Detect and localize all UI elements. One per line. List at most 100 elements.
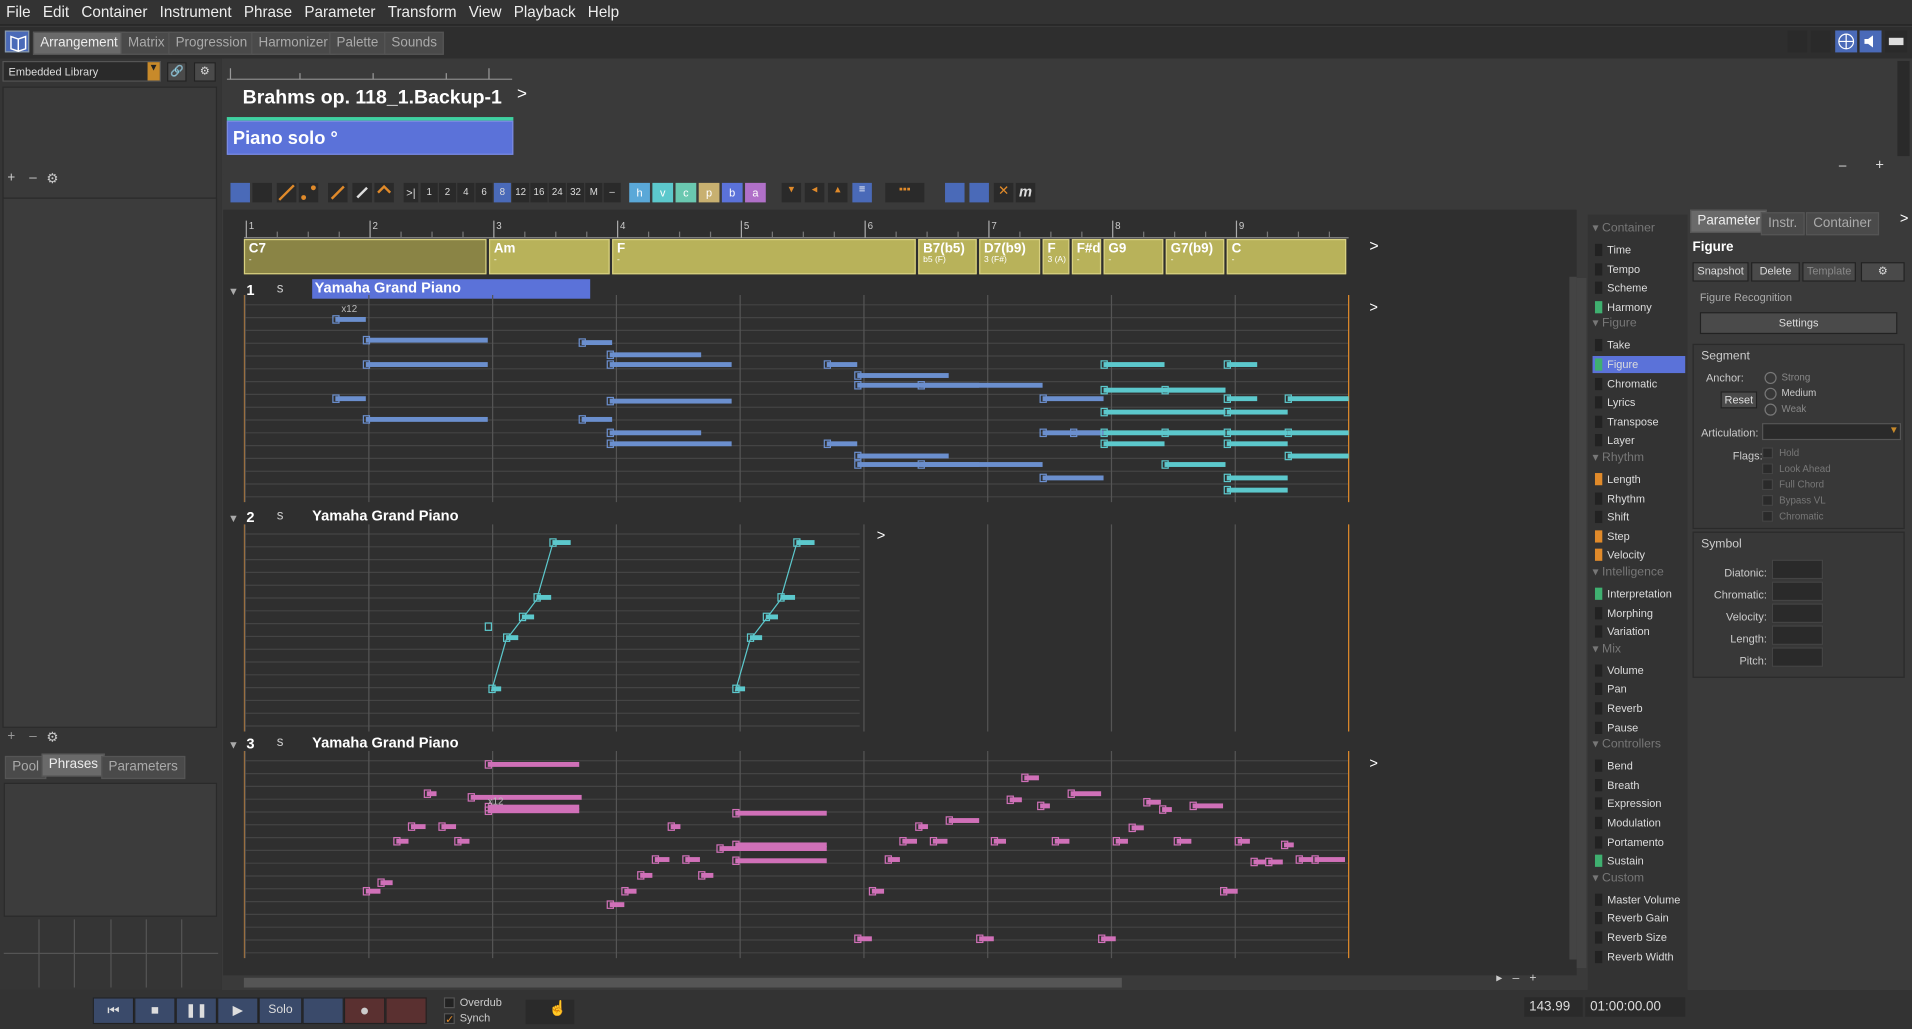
note[interactable] (857, 453, 949, 459)
chord-cell[interactable]: F3 (A) (1042, 238, 1070, 275)
param-item[interactable]: Take (1593, 337, 1686, 354)
note[interactable] (1009, 797, 1022, 803)
param-item[interactable]: Time (1593, 241, 1686, 258)
collapse-icon[interactable]: ▼ (228, 285, 239, 297)
note[interactable] (857, 936, 872, 942)
note[interactable] (719, 846, 827, 852)
symbol-field-input[interactable] (1771, 625, 1824, 645)
note[interactable] (887, 857, 900, 862)
param-item[interactable]: Figure (1592, 356, 1686, 374)
note[interactable] (918, 824, 928, 830)
note[interactable] (932, 838, 948, 844)
articulation-select[interactable]: ▼ (1762, 423, 1902, 441)
snap-button[interactable]: 8 (493, 182, 511, 203)
chord-cell[interactable]: B7(b5) b5 (F) (918, 238, 977, 275)
param-item[interactable]: Morphing (1593, 604, 1686, 621)
menu-view[interactable]: View (463, 0, 508, 21)
note[interactable] (1103, 441, 1165, 447)
param-item[interactable]: Shift (1593, 509, 1686, 526)
remove-icon[interactable]: – (29, 729, 36, 744)
note[interactable] (410, 824, 426, 830)
note[interactable] (993, 838, 1007, 844)
note[interactable] (1287, 453, 1349, 459)
track-3-notes[interactable]: x12 (243, 751, 1354, 959)
note[interactable] (1131, 825, 1144, 831)
settings-button[interactable]: Settings (1699, 312, 1898, 335)
list-icon[interactable]: ≡ (852, 182, 872, 203)
tab-parameters[interactable]: Parameters (101, 755, 186, 780)
note[interactable] (1226, 487, 1288, 493)
bar-ruler[interactable]: 1 2 3 4 5 6 7 8 9 (243, 215, 1354, 239)
param-item[interactable]: Reverb (1593, 700, 1686, 717)
param-section-header[interactable]: ▾ Custom (1593, 871, 1645, 884)
param-item[interactable]: Portamento (1593, 833, 1686, 850)
note[interactable] (1314, 857, 1345, 862)
header-scroll[interactable] (1897, 60, 1910, 157)
dotted-tool-icon[interactable]: ▪▪▪ (885, 182, 925, 203)
note[interactable] (1284, 842, 1294, 848)
param-section-header[interactable]: ▾ Container (1593, 222, 1655, 235)
note[interactable] (609, 902, 625, 908)
gear-icon[interactable]: ⚙ (46, 729, 58, 745)
tool-range-icon[interactable] (252, 182, 272, 203)
overdub-checkbox[interactable] (443, 997, 455, 1009)
note[interactable] (380, 880, 393, 886)
snap-button[interactable]: 12 (512, 182, 530, 203)
phrase-block[interactable]: Piano solo ° (226, 120, 514, 155)
chord-cell[interactable]: Am - (488, 238, 610, 275)
timeline-zoom[interactable]: ▸ – + (1496, 972, 1575, 987)
library-select[interactable]: Embedded Library ▼ (2, 60, 161, 82)
tab-matrix[interactable]: Matrix (120, 31, 172, 55)
note[interactable] (920, 462, 1043, 467)
param-item[interactable]: Step (1593, 528, 1686, 545)
param-item[interactable]: Reverb Gain (1593, 910, 1686, 927)
toolbar-icon-2[interactable] (1810, 30, 1831, 53)
note[interactable] (365, 362, 488, 367)
note[interactable] (780, 594, 796, 600)
param-item[interactable]: Length (1593, 471, 1686, 488)
param-item[interactable]: Volume (1593, 662, 1686, 679)
arrow-up-icon[interactable]: ▴ (827, 182, 848, 203)
transport-blank-button[interactable] (302, 997, 344, 1025)
note[interactable] (1226, 430, 1288, 436)
note[interactable] (670, 824, 681, 830)
note[interactable] (609, 398, 732, 404)
param-item[interactable]: Pan (1593, 681, 1686, 698)
note[interactable] (796, 540, 815, 545)
arrow-left-icon[interactable]: ◂ (804, 182, 825, 203)
tab-harmonizer[interactable]: Harmonizer (251, 31, 336, 55)
mode-button[interactable]: b (721, 182, 743, 203)
note[interactable] (979, 936, 994, 942)
add-icon[interactable]: + (7, 729, 15, 744)
param-item[interactable]: Pause (1593, 719, 1686, 736)
note[interactable] (441, 824, 457, 830)
note[interactable] (654, 857, 670, 862)
note[interactable] (365, 416, 488, 422)
instrument-name[interactable]: Yamaha Grand Piano (312, 507, 458, 524)
note[interactable] (1192, 803, 1224, 809)
note[interactable] (1162, 807, 1172, 812)
zoom-out-icon[interactable]: – (1839, 158, 1846, 173)
close-icon[interactable]: ✕ (993, 182, 1014, 203)
loop-end-icon[interactable] (969, 182, 989, 203)
solo-button[interactable]: Solo (258, 997, 303, 1025)
note[interactable] (1268, 859, 1283, 865)
note[interactable] (609, 362, 732, 367)
param-item[interactable]: Velocity (1593, 547, 1686, 564)
note[interactable] (826, 441, 858, 447)
globe-icon[interactable] (1835, 30, 1858, 53)
rewind-icon[interactable]: ⏮ (92, 997, 135, 1025)
snap-button[interactable]: 4 (457, 182, 475, 203)
note[interactable] (1176, 838, 1192, 844)
note[interactable] (1226, 441, 1288, 447)
note[interactable] (920, 382, 1043, 388)
note[interactable] (685, 857, 700, 862)
chord-cell[interactable]: F- (612, 238, 916, 275)
tab-phrases[interactable]: Phrases (41, 753, 106, 777)
tool-pencil-icon[interactable] (328, 182, 348, 203)
menu-phrase[interactable]: Phrase (238, 0, 298, 21)
track-1-notes[interactable]: x12 (243, 295, 1354, 503)
note[interactable] (536, 594, 552, 600)
param-section-header[interactable]: ▾ Controllers (1593, 738, 1661, 751)
tool-warp-icon[interactable] (374, 182, 394, 203)
